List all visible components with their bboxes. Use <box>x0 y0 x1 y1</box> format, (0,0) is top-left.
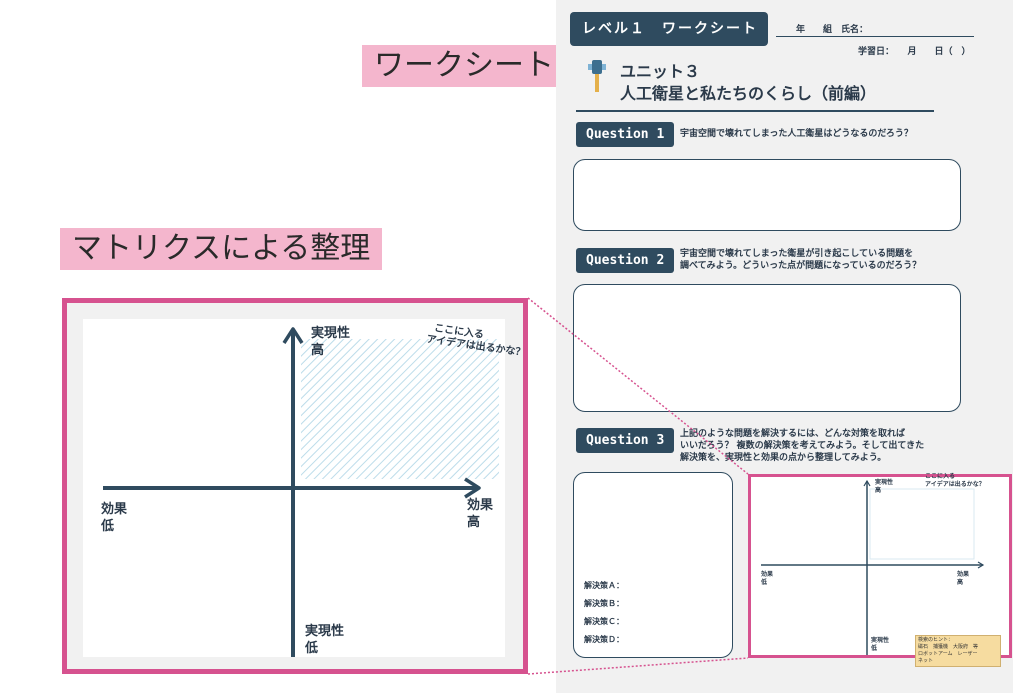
mini-y-high-label: 実現性高 <box>875 479 894 494</box>
matrix-canvas: 実現性高 効果低 効果高 実現性低 ここに入る アイデアは出るかな？ <box>83 319 526 657</box>
mini-y-low-label: 実現性低 <box>871 637 890 652</box>
y-axis-low-label: 実現性低 <box>305 624 345 656</box>
mini-matrix: 実現性高 効果低 効果高 実現性低 ここに入る アイデアは出るかな？ 検索のヒント… <box>748 473 1012 667</box>
ideal-quadrant <box>301 339 499 479</box>
y-axis-high-label: 実現性高 <box>311 326 351 358</box>
matrix-axes <box>103 327 499 657</box>
matrix-zoom-frame: 実現性高 効果低 効果高 実現性低 ここに入る アイデアは出るかな？ <box>62 298 528 674</box>
search-hint-box: 検索のヒント： 磁石 捕獲機 大阪府 等 ロボットアーム レーザー ネット <box>915 635 1001 667</box>
x-axis-high-label: 効果高 <box>467 498 494 530</box>
x-axis-low-label: 効果低 <box>101 502 128 534</box>
mini-x-high-label: 効果高 <box>957 571 970 586</box>
mini-x-low-label: 効果低 <box>761 571 774 586</box>
mini-note: ここに入る アイデアは出るかな？ <box>925 473 985 488</box>
